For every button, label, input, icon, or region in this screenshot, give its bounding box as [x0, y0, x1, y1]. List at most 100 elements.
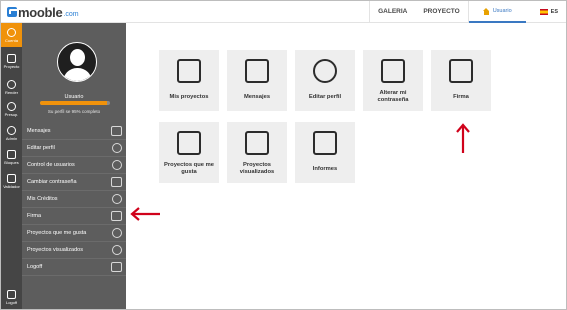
project-icon [7, 53, 16, 63]
liked-projects-icon [112, 228, 122, 238]
nav-user[interactable]: Usuario [468, 1, 526, 23]
brand-logo[interactable]: mooble .com [7, 4, 79, 20]
signature-icon [111, 211, 122, 221]
menu-item-editar-perfil[interactable]: Editar perfil [22, 140, 126, 157]
edit-profile-icon [313, 59, 337, 83]
avatar[interactable] [57, 42, 97, 82]
edit-profile-icon [112, 143, 122, 153]
lock-icon [111, 177, 122, 187]
rail-item-presup[interactable]: Presup. [1, 97, 22, 121]
money-bag-icon [112, 194, 122, 204]
menu-item-proyectos-gusta[interactable]: Proyectos que me gusta [22, 225, 126, 242]
account-panel: Usuario Su perfil se 95% completo Mensaj… [22, 23, 126, 309]
brand-name: mooble [18, 4, 63, 20]
menu-item-logoff[interactable]: Logoff [22, 259, 126, 276]
tile-proyectos-gusta[interactable]: Proyectos que me gusta [159, 122, 219, 183]
tile-label: Informes [312, 165, 338, 172]
validator-icon [7, 173, 16, 183]
report-icon [313, 131, 337, 155]
menu-label: Mis Créditos [27, 196, 58, 202]
nav-project[interactable]: PROYECTO [415, 1, 467, 23]
tile-label: Mis proyectos [169, 93, 209, 100]
spain-flag-icon [539, 9, 548, 15]
menu-label: Cambiar contraseña [27, 179, 77, 185]
tile-alterar-contrasena[interactable]: Alterar mi contraseña [363, 50, 423, 111]
brand-domain: .com [63, 10, 79, 18]
language-selector[interactable]: ES [526, 9, 558, 15]
nav-user-label: Usuario [492, 8, 512, 14]
user-circle-icon [7, 27, 16, 37]
menu-item-cambiar-contrasena[interactable]: Cambiar contraseña [22, 174, 126, 191]
rail-item-logoff[interactable]: Logoff [1, 285, 22, 309]
menu-item-mensajes[interactable]: Mensajes [22, 123, 126, 140]
map-fold-icon [177, 59, 201, 83]
top-nav: GALERIA PROYECTO Usuario ES [369, 1, 558, 23]
tile-label: Proyectos visualizados [239, 162, 275, 175]
menu-label: Firma [27, 213, 42, 219]
menu-label: Proyectos que me gusta [27, 230, 87, 236]
logout-icon [111, 262, 122, 272]
menu-item-proyectos-visualizados[interactable]: Proyectos visualizados [22, 242, 126, 259]
rail-item-admin[interactable]: Admin [1, 121, 22, 145]
tile-label: Proyectos que me gusta [164, 162, 214, 175]
tile-mensajes[interactable]: Mensajes [227, 50, 287, 111]
menu-label: Logoff [27, 264, 43, 270]
teapot-icon [7, 79, 16, 89]
tile-label: Alterar mi contraseña [377, 90, 409, 103]
rail-item-bloques[interactable]: Bloques [1, 145, 22, 169]
envelope-icon [245, 59, 269, 83]
annotation-arrow-left [130, 207, 160, 221]
rail-item-render[interactable]: Render [1, 75, 22, 99]
menu-label: Proyectos visualizados [27, 247, 83, 253]
rail-label: Validador [3, 183, 20, 189]
rail-label: Bloques [4, 159, 19, 165]
icon-rail: Cuenta Proyecto Render Presup. Admin Blo… [1, 23, 22, 309]
logout-icon [7, 289, 16, 299]
home-icon [482, 7, 490, 15]
tile-editar-perfil[interactable]: Editar perfil [295, 50, 355, 111]
menu-item-mis-creditos[interactable]: Mis Créditos [22, 191, 126, 208]
nav-gallery[interactable]: GALERIA [370, 1, 415, 23]
tile-informes[interactable]: Informes [295, 122, 355, 183]
tile-label: Firma [453, 93, 469, 100]
lock-icon [381, 59, 405, 83]
rail-label: Admin [5, 135, 18, 141]
rail-label: Proyecto [3, 63, 20, 69]
main-content: Mis proyectos Mensajes Editar perfil Alt… [126, 23, 566, 309]
account-menu: Mensajes Editar perfil Control de usuari… [22, 123, 126, 276]
gear-icon [7, 125, 16, 135]
annotation-arrow-up [456, 123, 470, 153]
language-label: ES [550, 9, 558, 15]
eye-map-icon [245, 131, 269, 155]
rail-label: Logoff [5, 299, 18, 305]
menu-item-control-usuarios[interactable]: Control de usuarios [22, 157, 126, 174]
profile-username: Usuario [64, 94, 84, 100]
rail-item-cuenta[interactable]: Cuenta [1, 23, 22, 47]
tile-label: Mensajes [243, 93, 271, 100]
profile-progress-fill [40, 101, 107, 105]
rail-label: Presup. [4, 111, 19, 117]
tile-mis-proyectos[interactable]: Mis proyectos [159, 50, 219, 111]
menu-label: Mensajes [27, 128, 51, 134]
rail-label: Cuenta [5, 37, 18, 43]
cubes-icon [7, 149, 16, 159]
menu-label: Control de usuarios [27, 162, 75, 168]
tile-firma[interactable]: Firma [431, 50, 491, 111]
rail-item-proyecto[interactable]: Proyecto [1, 49, 22, 73]
tile-label: Editar perfil [308, 93, 342, 100]
envelope-icon [111, 126, 122, 136]
menu-item-firma[interactable]: Firma [22, 208, 126, 225]
viewed-projects-icon [112, 245, 122, 255]
profile-completion-text: Su perfil se 95% completo [47, 109, 101, 114]
users-control-icon [112, 160, 122, 170]
rail-label: Render [4, 89, 19, 95]
dollar-icon [7, 101, 16, 111]
signature-icon [449, 59, 473, 83]
menu-label: Editar perfil [27, 145, 55, 151]
profile-progress-bar [40, 101, 110, 105]
rail-item-validador[interactable]: Validador [1, 169, 22, 193]
heart-map-icon [177, 131, 201, 155]
tile-proyectos-visualizados[interactable]: Proyectos visualizados [227, 122, 287, 183]
mooble-logo-icon [7, 7, 19, 17]
top-bar: mooble .com GALERIA PROYECTO Usuario ES [1, 1, 566, 23]
